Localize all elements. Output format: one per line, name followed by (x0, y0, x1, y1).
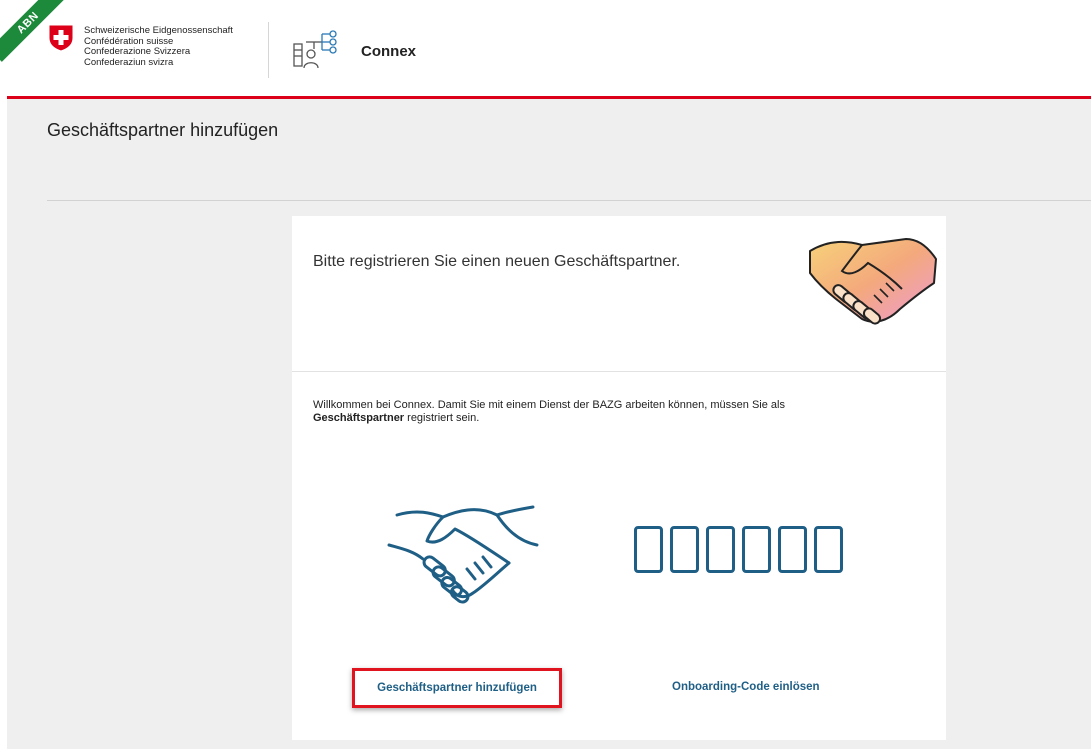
org-structure-icon (293, 30, 337, 69)
header-divider (268, 22, 269, 78)
code-digit-box (778, 526, 807, 573)
handshake-icon (387, 505, 539, 604)
site-header: ABN Schweizerische Eidgenossenschaft Con… (0, 0, 1091, 96)
swiss-coat-of-arms-icon (48, 24, 74, 52)
card-intro-text: Bitte registrieren Sie einen neuen Gesch… (313, 253, 681, 270)
welcome-line: Willkommen bei Connex. Damit Sie mit ein… (313, 399, 785, 411)
handshake-illustration-icon (809, 238, 937, 325)
code-digit-box (706, 526, 735, 573)
redeem-onboarding-code-link[interactable]: Onboarding-Code einlösen (672, 681, 820, 693)
federation-names: Schweizerische Eidgenossenschaft Confédé… (84, 25, 233, 68)
app-name[interactable]: Connex (361, 43, 416, 60)
add-partner-button[interactable]: Geschäftspartner hinzufügen (352, 668, 562, 708)
federation-name-de: Schweizerische Eidgenossenschaft (84, 25, 233, 36)
welcome-text: Willkommen bei Connex. Damit Sie mit ein… (313, 399, 913, 425)
welcome-suffix: registriert sein. (404, 412, 480, 424)
code-digit-box (814, 526, 843, 573)
federation-name-rm: Confederaziun svizra (84, 56, 174, 68)
federation-name-it: Confederazione Svizzera (84, 46, 191, 57)
code-digit-box (742, 526, 771, 573)
code-digit-box (670, 526, 699, 573)
partner-card: Bitte registrieren Sie einen neuen Gesch… (292, 216, 946, 740)
title-divider (47, 200, 1091, 201)
onboarding-code-illustration (634, 526, 843, 573)
code-digit-box (634, 526, 663, 573)
welcome-bold-term: Geschäftspartner (313, 412, 405, 424)
page-content: Geschäftspartner hinzufügen Bitte regist… (7, 99, 1091, 749)
page-title: Geschäftspartner hinzufügen (47, 120, 279, 140)
card-header: Bitte registrieren Sie einen neuen Gesch… (292, 216, 946, 372)
